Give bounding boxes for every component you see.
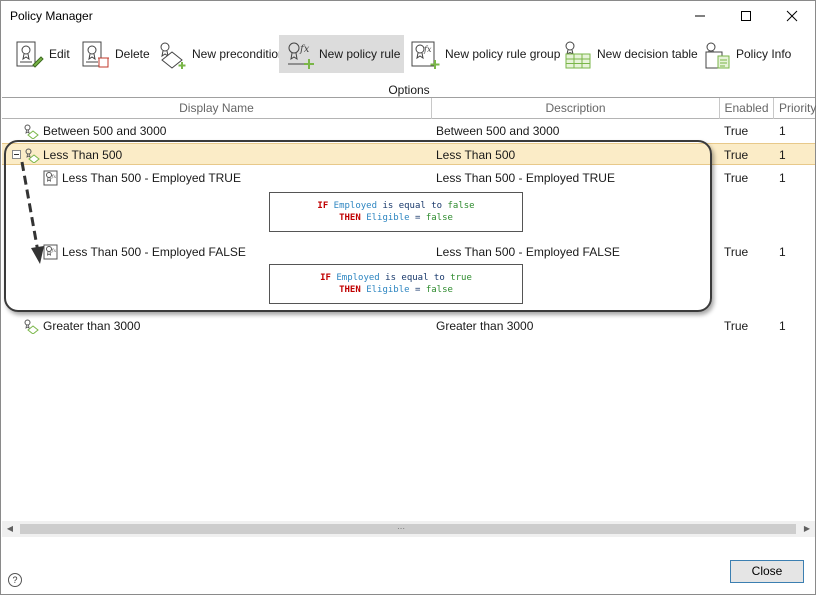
new-policy-rule-button[interactable]: fx New policy rule	[279, 35, 405, 73]
minimize-icon	[695, 15, 705, 17]
delete-label: Delete	[115, 47, 150, 61]
new-policy-rule-group-button[interactable]: fx New policy rule group	[405, 35, 564, 73]
edit-button[interactable]: Edit	[9, 35, 74, 73]
new-precondition-label: New precondition	[192, 47, 285, 61]
condition-variable: Employed	[336, 273, 380, 283]
svg-text:fx: fx	[51, 248, 57, 254]
condition-operator: is equal to	[385, 273, 445, 283]
row-enabled: True	[724, 319, 749, 333]
condition-value: true	[450, 273, 472, 283]
condition-value: false	[447, 201, 475, 211]
policy-info-icon	[705, 42, 730, 69]
horizontal-scrollbar[interactable]: ◀ ⋯ ▶	[2, 521, 815, 537]
row-priority: 1	[779, 148, 786, 162]
precondition-icon	[24, 319, 39, 334]
new-policy-rule-label: New policy rule	[319, 47, 401, 61]
row-description: Between 500 and 3000	[436, 124, 560, 138]
row-priority: 1	[779, 171, 786, 185]
if-keyword: IF	[320, 273, 331, 283]
table-row-selected[interactable]: Less Than 500 Less Than 500 True 1	[2, 143, 815, 165]
result-value: false	[425, 213, 453, 223]
close-window-button[interactable]	[769, 1, 815, 31]
then-keyword: THEN	[339, 213, 361, 223]
help-icon[interactable]: ?	[8, 573, 22, 587]
rule-condition-preview: IF Employed is equal to true THEN Eligib…	[269, 264, 523, 304]
policy-tree-grid: Display Name Description Enabled Priorit…	[2, 97, 816, 539]
grid-header: Display Name Description Enabled Priorit…	[2, 98, 816, 119]
row-display-name: Less Than 500 - Employed TRUE	[62, 171, 241, 185]
edit-label: Edit	[49, 47, 70, 61]
toolbar-group-label: Options	[388, 83, 430, 97]
result-target: Eligible	[366, 285, 410, 295]
rule-condition-preview: IF Employed is equal to false THEN Eligi…	[269, 192, 523, 232]
window-title: Policy Manager	[10, 9, 93, 23]
column-header-description[interactable]: Description	[432, 98, 720, 119]
row-enabled: True	[724, 124, 749, 138]
row-description: Less Than 500 - Employed TRUE	[436, 171, 615, 185]
maximize-icon	[741, 11, 751, 21]
maximize-button[interactable]	[723, 1, 769, 31]
column-header-enabled[interactable]: Enabled	[720, 98, 774, 119]
close-icon	[786, 10, 798, 22]
result-operator: =	[414, 213, 421, 223]
row-priority: 1	[779, 319, 786, 333]
svg-text:fx: fx	[299, 44, 310, 55]
table-row[interactable]: fx Less Than 500 - Employed FALSE Less T…	[2, 241, 815, 263]
minimize-button[interactable]	[677, 1, 723, 31]
close-button[interactable]: Close	[730, 560, 804, 583]
table-row[interactable]: Greater than 3000 Greater than 3000 True…	[2, 315, 815, 337]
table-row[interactable]: Between 500 and 3000 Between 500 and 300…	[2, 120, 815, 142]
new-decision-table-label: New decision table	[597, 47, 698, 61]
row-display-name: Less Than 500 - Employed FALSE	[62, 245, 246, 259]
policy-info-button[interactable]: Policy Info	[696, 35, 795, 73]
policy-info-label: Policy Info	[736, 47, 792, 61]
title-bar: Policy Manager	[1, 1, 815, 31]
table-row[interactable]: fx Less Than 500 - Employed TRUE Less Th…	[2, 167, 815, 189]
scroll-grip-icon: ⋯	[397, 524, 405, 533]
row-priority: 1	[779, 245, 786, 259]
scrollbar-thumb[interactable]	[20, 524, 796, 534]
result-value: false	[425, 285, 453, 295]
row-display-name: Less Than 500	[43, 148, 123, 162]
row-enabled: True	[724, 148, 749, 162]
new-decision-table-icon	[565, 41, 591, 69]
condition-operator: is equal to	[382, 201, 443, 211]
ribbon-toolbar: Edit Delete New precondition fx New poli…	[1, 31, 815, 97]
result-target: Eligible	[366, 213, 410, 223]
new-precondition-icon	[160, 42, 186, 69]
new-policy-rule-icon: fx	[288, 42, 314, 69]
new-policy-rule-group-label: New policy rule group	[445, 47, 561, 61]
new-precondition-button[interactable]: New precondition	[152, 35, 289, 73]
row-display-name: Between 500 and 3000	[43, 124, 167, 138]
row-description: Greater than 3000	[436, 319, 534, 333]
row-description: Less Than 500 - Employed FALSE	[436, 245, 620, 259]
policy-manager-window: Policy Manager Edit Delete New precondit…	[0, 0, 816, 595]
svg-text:fx: fx	[51, 174, 57, 180]
new-policy-rule-group-icon: fx	[411, 41, 440, 69]
row-display-name: Greater than 3000	[43, 319, 141, 333]
row-description: Less Than 500	[436, 148, 516, 162]
result-operator: =	[414, 285, 421, 295]
column-header-display-name[interactable]: Display Name	[2, 98, 432, 119]
dashed-arrow-annotation	[20, 161, 44, 264]
precondition-icon	[24, 124, 39, 139]
svg-text:fx: fx	[423, 45, 432, 54]
row-priority: 1	[779, 124, 786, 138]
collapse-toggle[interactable]	[12, 150, 21, 159]
column-header-priority[interactable]: Priority	[774, 98, 816, 119]
scroll-right-arrow-icon[interactable]: ▶	[799, 521, 815, 537]
row-enabled: True	[724, 171, 749, 185]
then-keyword: THEN	[339, 285, 361, 295]
edit-policy-icon	[16, 41, 44, 68]
condition-variable: Employed	[333, 201, 378, 211]
delete-button[interactable]: Delete	[75, 35, 154, 73]
delete-policy-icon	[82, 41, 109, 68]
new-decision-table-button[interactable]: New decision table	[557, 35, 702, 73]
if-keyword: IF	[317, 201, 329, 211]
row-enabled: True	[724, 245, 749, 259]
scroll-left-arrow-icon[interactable]: ◀	[2, 521, 18, 537]
